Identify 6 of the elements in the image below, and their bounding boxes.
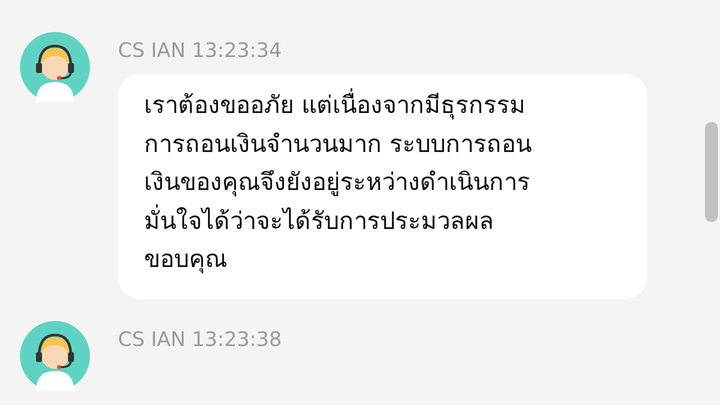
sender-name-time: CS IAN 13:23:38 (118, 326, 282, 352)
message-bubble: เราต้องขออภัย แต่เนื่องจากมีธุรกรรม การถอนเงินจำนวนมาก ระบบการถอน เงินของคุณจึงยังอยู่ระหว่างดำเนินการ มั่นใจได้ว่าจะได้รับการประมวลผล ขอบคุณ (118, 74, 647, 298)
scrollbar-thumb[interactable] (705, 122, 718, 222)
support-agent-avatar (20, 32, 90, 102)
sender-name-time: CS IAN 13:23:34 (118, 37, 282, 64)
support-agent-avatar (20, 320, 90, 390)
